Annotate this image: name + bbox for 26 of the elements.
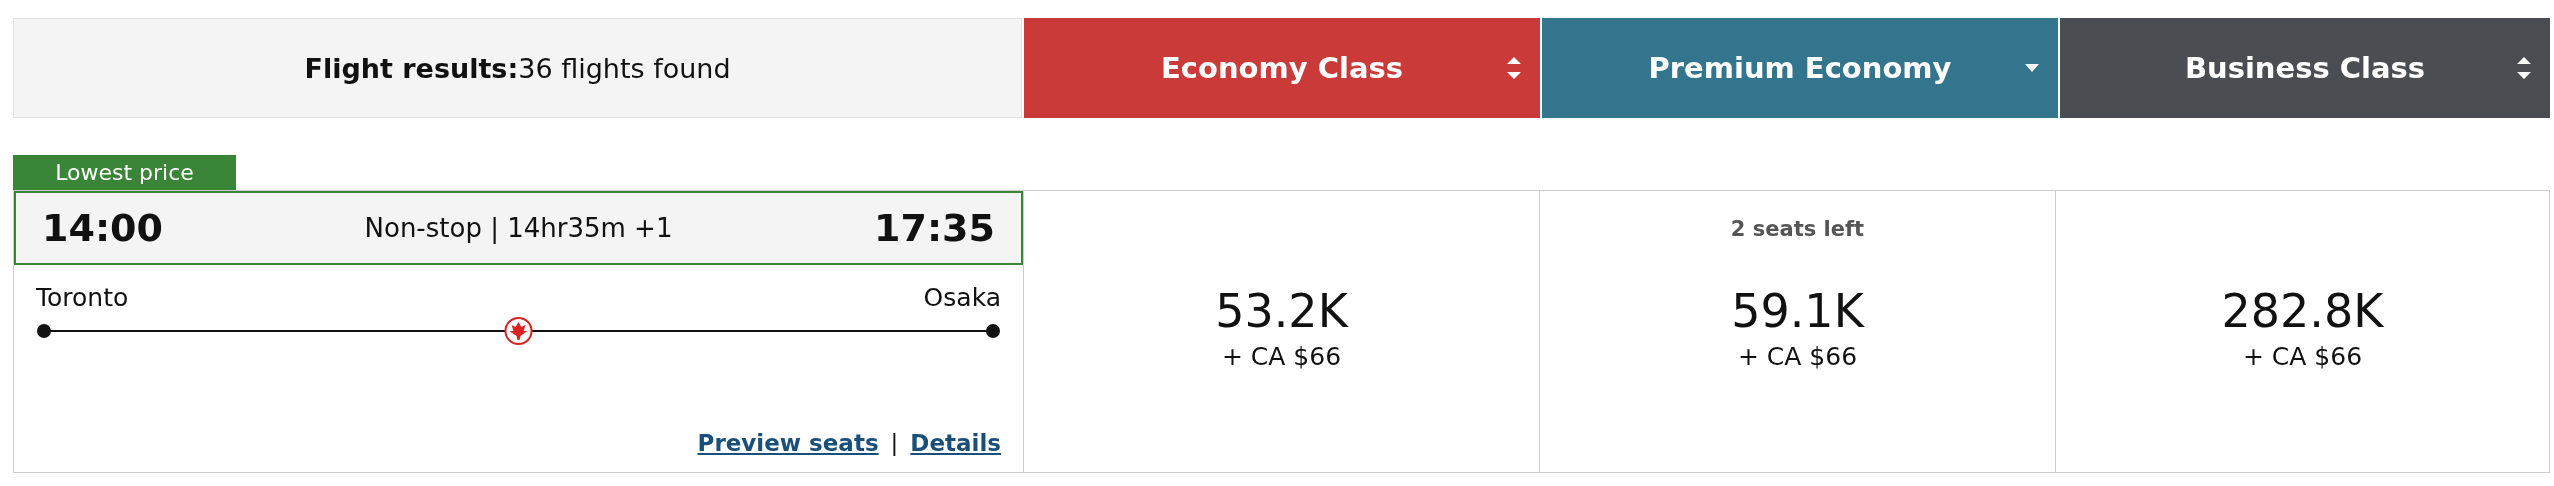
cabin-header[interactable]: Business Class [2060,18,2550,118]
link-separator: | [890,430,899,456]
seats-left-note: 2 seats left [1730,217,1865,241]
arrival-time: 17:35 [874,206,995,250]
points-price: 59.1K [1731,284,1864,338]
details-link[interactable]: Details [910,430,1001,456]
cash-price: + CA $66 [1737,342,1858,371]
points-price: 282.8K [2221,284,2384,338]
fare-cell[interactable]: 53.2K + CA $66 [1023,190,1539,472]
points-price: 53.2K [1215,284,1348,338]
dropdown-icon [2024,63,2040,73]
departure-time: 14:00 [42,206,163,250]
cash-price: + CA $66 [2242,342,2363,371]
flight-summary: Non-stop | 14hr35m +1 [364,213,673,243]
lowest-price-badge: Lowest price [13,155,236,190]
preview-seats-link[interactable]: Preview seats [697,430,879,456]
cash-price: + CA $66 [1221,342,1342,371]
origin-city: Toronto [36,283,129,312]
sort-icon [2516,55,2532,81]
sort-icon [1506,55,1522,81]
destination-city: Osaka [923,283,1001,312]
fare-cell[interactable]: 2 seats left 59.1K + CA $66 [1539,190,2055,472]
cabin-header[interactable]: Premium Economy [1542,18,2058,118]
results-summary: Flight results:36 flights found [13,18,1022,118]
cabin-header[interactable]: Economy Class [1024,18,1540,118]
fare-cell[interactable]: 282.8K + CA $66 [2055,190,2549,472]
